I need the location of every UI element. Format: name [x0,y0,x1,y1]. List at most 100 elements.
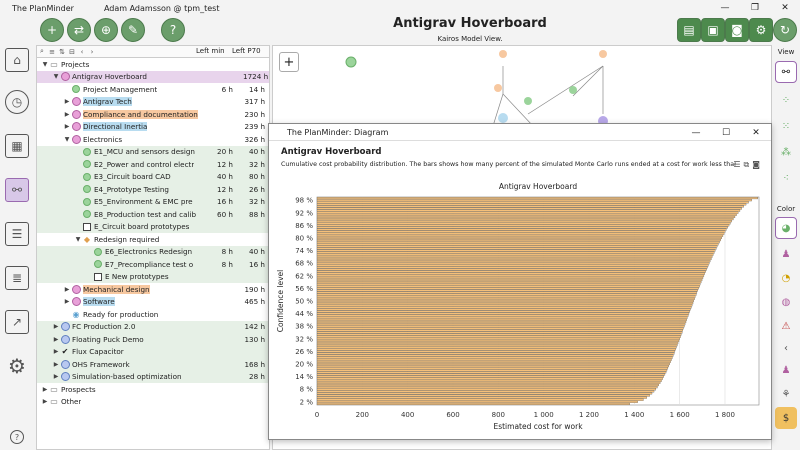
settings-icon[interactable]: ⚙ [749,18,773,42]
tree-row[interactable]: ▶ Floating Puck Demo 130 h [37,333,269,346]
camera-icon[interactable]: ◙ [725,18,749,42]
chevron-right-icon[interactable]: ▶ [52,373,60,380]
color-default-icon[interactable]: ◕ [775,217,797,239]
search-icon[interactable]: ⌕ [37,47,47,56]
tree-row[interactable]: Project Management 6 h 14 h [37,83,269,96]
color-person-icon[interactable]: ♟ [775,243,797,265]
view-cluster-icon[interactable]: ⁂ [775,141,797,163]
chevron-down-icon[interactable]: ▼ [52,73,60,80]
tree-row[interactable]: ▶ FC Production 2.0 142 h [37,320,269,333]
chevron-right-icon[interactable]: ▶ [52,336,60,343]
chevron-right-icon[interactable]: ▶ [63,123,71,130]
chevron-right-icon[interactable]: ▶ [63,98,71,105]
tree-row[interactable]: E_Circuit board prototypes [37,220,269,233]
tree-row[interactable]: ▼ ◆ Redesign required [37,233,269,246]
gantt-icon[interactable]: ☰ [5,222,29,246]
copy-icon[interactable]: ⧉ [744,160,753,169]
maximize-icon[interactable]: ❐ [740,0,770,16]
tree-row[interactable]: ▶ Software 465 h [37,296,269,309]
view-spread-icon[interactable]: ⁖ [775,167,797,189]
tree-row-label: FC Production 2.0 [72,322,136,332]
expand-icon[interactable]: ⊟ [67,48,77,56]
chevron-down-icon[interactable]: ▼ [63,136,71,143]
tree-row[interactable]: E6_Electronics Redesign 8 h 40 h [37,245,269,258]
diagram-minimize-icon[interactable]: — [681,124,711,141]
diagram-maximize-icon[interactable]: ☐ [711,124,741,141]
tree-row[interactable]: ◉ Ready for production [37,308,269,321]
tree-row[interactable]: E8_Production test and calib 60 h 88 h [37,208,269,221]
chevron-left-icon[interactable]: ‹ [77,48,87,56]
color-time-icon[interactable]: ◔ [775,267,797,289]
col-left-p70[interactable]: Left P70 [232,47,261,55]
close-icon[interactable]: ✕ [770,0,800,16]
add-node-icon[interactable]: + [40,18,64,42]
clock-icon[interactable]: ◷ [5,90,29,114]
chevron-right-icon[interactable]: › [87,48,97,56]
color-warning-icon[interactable]: ⚠ [775,315,797,337]
tree-row[interactable]: ▶ Simulation-based optimization 28 h [37,370,269,383]
col-left-min[interactable]: Left min [196,47,225,55]
chevron-right-icon[interactable]: ▶ [52,361,60,368]
tree-row[interactable]: E5_Environment & EMC pre 16 h 32 h [37,195,269,208]
collapse-icon[interactable]: ‹ [775,337,797,359]
sort-icon[interactable]: ⇅ [57,48,67,56]
add-child-icon[interactable]: ⊕ [94,18,118,42]
network-icon[interactable]: ⚯ [5,178,29,202]
tree-row[interactable]: E1_MCU and sensors design 20 h 40 h [37,145,269,158]
tree-row[interactable]: ▶ ✔ Flux Capacitor [37,345,269,358]
save-icon[interactable]: ▣ [701,18,725,42]
chevron-right-icon[interactable]: ▶ [63,286,71,293]
chevron-right-icon[interactable]: ▶ [52,323,60,330]
chevron-right-icon[interactable]: ▶ [41,398,49,405]
tree-row[interactable]: ▶ ▭ Prospects [37,383,269,396]
list-icon[interactable]: ☰ [733,160,743,169]
diagram-close-icon[interactable]: ✕ [741,124,771,141]
tree-row[interactable]: E3_Circuit board CAD 40 h 80 h [37,170,269,183]
chevron-right-icon[interactable]: ▶ [63,298,71,305]
view-dots-icon[interactable]: ⁘ [775,89,797,111]
minimize-icon[interactable]: — [710,0,740,16]
chart-icon[interactable]: ↗ [5,310,29,334]
view-tree-icon[interactable]: ⁙ [775,115,797,137]
calendar-icon[interactable]: ▦ [5,134,29,158]
camera-icon[interactable]: ◙ [752,160,763,169]
tree-row[interactable]: ▼ Electronics 326 h [37,133,269,146]
tree-row[interactable]: E New prototypes [37,270,269,283]
help-icon[interactable]: ? [10,430,24,444]
tree-row[interactable]: ▼ ▭ Projects [37,58,269,71]
bar [316,291,698,294]
x-tick-label: 1 200 [579,411,599,419]
tree-row[interactable]: E7_Precompliance test o 8 h 16 h [37,258,269,271]
color-risk-icon[interactable]: ◍ [775,291,797,313]
add-link-icon[interactable]: ⇄ [67,18,91,42]
tree-row[interactable]: ▼ Antigrav Hoverboard 1724 h [37,70,269,83]
color-cost-icon[interactable]: $ [775,407,797,429]
chevron-right-icon[interactable]: ▶ [52,348,60,355]
tree-row[interactable]: ▶ Directional Inertia 239 h [37,121,269,134]
tree-row[interactable]: E4_Prototype Testing 12 h 26 h [37,183,269,196]
bar [316,318,687,321]
tools-icon[interactable]: ✎ [121,18,145,42]
tree-row[interactable]: ▶ Mechanical design 190 h [37,283,269,296]
view-graph-icon[interactable]: ⚯ [775,61,797,83]
tree-row[interactable]: ▶ OHS Framework 168 h [37,358,269,371]
report-icon[interactable]: ▤ [677,18,701,42]
tree-row[interactable]: E2_Power and control electr 12 h 32 h [37,158,269,171]
tree-row[interactable]: ▶ Compliance and documentation 230 h [37,108,269,121]
help-icon[interactable]: ? [161,18,185,42]
color-people-icon[interactable]: ♟ [775,359,797,381]
color-resource-icon[interactable]: ⚘ [775,383,797,405]
tree-row[interactable]: ▶ Antigrav Tech 317 h [37,96,269,109]
chevron-right-icon[interactable]: ▶ [41,386,49,393]
home-icon[interactable]: ⌂ [5,48,29,72]
chevron-down-icon[interactable]: ▼ [41,61,49,68]
refresh-icon[interactable]: ↻ [773,18,797,42]
tree-row-label: Simulation-based optimization [72,372,182,382]
gear-icon[interactable]: ⚙ [5,354,29,378]
chevron-down-icon[interactable]: ▼ [74,236,82,243]
tree-row[interactable]: ▶ ▭ Other [37,396,269,409]
bar [316,281,702,284]
filter-icon[interactable]: ≡ [47,48,57,56]
chevron-right-icon[interactable]: ▶ [63,111,71,118]
list-icon[interactable]: ≣ [5,266,29,290]
